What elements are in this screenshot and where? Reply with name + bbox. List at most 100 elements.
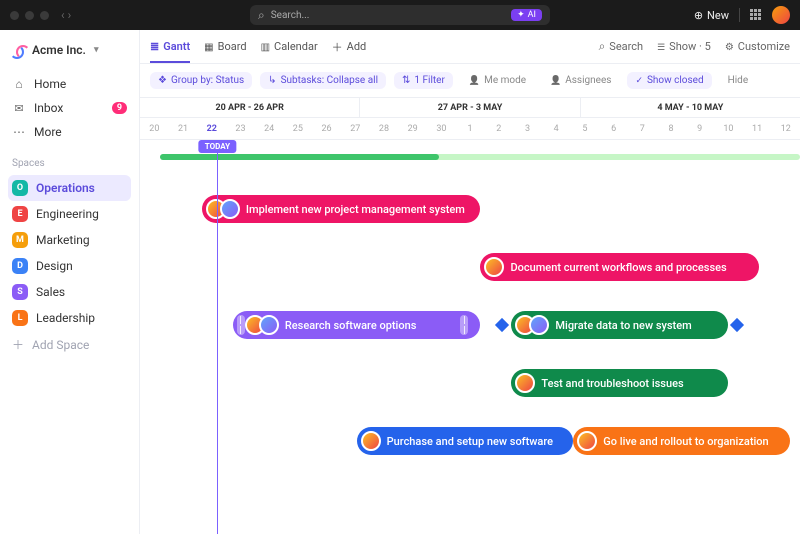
today-marker <box>217 140 218 534</box>
task-bar[interactable]: Purchase and setup new software <box>357 427 574 455</box>
space-color-icon: L <box>12 310 28 326</box>
global-search[interactable]: Search... ✦ AI <box>250 5 550 25</box>
search-view-button[interactable]: Search <box>599 39 644 54</box>
assignee-avatars[interactable] <box>361 431 381 451</box>
task-label: Go live and rollout to organization <box>603 435 768 448</box>
user-avatar[interactable] <box>772 6 790 24</box>
workspace-switcher[interactable]: Acme Inc. ▾ <box>8 40 131 60</box>
check-icon <box>635 75 643 86</box>
assignee-avatars[interactable] <box>206 199 240 219</box>
add-space-button[interactable]: Add Space <box>8 331 131 358</box>
new-button[interactable]: ⊕ New <box>694 9 729 22</box>
home-icon <box>12 77 26 91</box>
inbox-badge: 9 <box>112 102 127 114</box>
task-label: Document current workflows and processes <box>510 261 726 274</box>
space-color-icon: M <box>12 232 28 248</box>
space-color-icon: S <box>12 284 28 300</box>
task-label: Implement new project management system <box>246 203 465 216</box>
workspace-logo-icon <box>10 42 26 58</box>
space-color-icon: O <box>12 180 28 196</box>
apps-icon[interactable] <box>750 9 762 21</box>
group-by-pill[interactable]: ❖ Group by: Status <box>150 72 252 89</box>
search-icon <box>599 39 606 54</box>
tab-gantt[interactable]: Gantt <box>150 32 190 63</box>
task-label: Research software options <box>285 319 417 332</box>
subtasks-pill[interactable]: ↳ Subtasks: Collapse all <box>260 72 386 89</box>
chevron-down-icon: ▾ <box>94 45 99 55</box>
filter-icon <box>402 75 410 86</box>
week-header: 20 APR - 26 APR27 APR - 3 MAY4 MAY - 10 … <box>140 98 800 118</box>
nav-arrows[interactable]: ‹ › <box>61 8 71 22</box>
assignee-avatars[interactable] <box>515 373 535 393</box>
sidebar-space-leadership[interactable]: L Leadership <box>8 305 131 331</box>
space-color-icon: D <box>12 258 28 274</box>
sidebar: Acme Inc. ▾ Home Inbox9 More Spaces O Ope… <box>0 30 140 534</box>
ai-button[interactable]: ✦ AI <box>511 9 542 21</box>
space-label: Leadership <box>36 311 95 325</box>
search-icon <box>258 8 265 23</box>
assignees-pill[interactable]: Assignees <box>542 72 619 89</box>
person-icon <box>469 75 480 86</box>
inbox-icon <box>12 102 26 115</box>
add-view-button[interactable]: Add <box>332 31 367 63</box>
space-label: Sales <box>36 285 65 299</box>
plus-icon <box>332 39 343 55</box>
list-icon <box>657 40 665 53</box>
tab-calendar[interactable]: Calendar <box>261 32 318 61</box>
task-label: Purchase and setup new software <box>387 435 553 448</box>
show-button[interactable]: Show · 5 <box>657 40 711 53</box>
assignee-avatars[interactable] <box>245 315 279 335</box>
nav-inbox[interactable]: Inbox9 <box>8 96 131 120</box>
filter-pill[interactable]: 1 Filter <box>394 72 453 89</box>
tab-board[interactable]: Board <box>204 32 246 61</box>
assignee-avatars[interactable] <box>515 315 549 335</box>
progress-track <box>160 154 800 160</box>
sidebar-space-sales[interactable]: S Sales <box>8 279 131 305</box>
milestone-icon[interactable] <box>495 318 509 332</box>
gantt-icon <box>150 40 159 53</box>
customize-button[interactable]: Customize <box>725 40 790 53</box>
hide-button[interactable]: Hide <box>720 72 757 89</box>
task-bar[interactable]: Migrate data to new system <box>511 311 728 339</box>
sidebar-space-engineering[interactable]: E Engineering <box>8 201 131 227</box>
sidebar-space-operations[interactable]: O Operations <box>8 175 131 201</box>
task-bar[interactable]: Document current workflows and processes <box>480 253 759 281</box>
task-bar[interactable]: Research software options <box>233 311 481 339</box>
plus-icon <box>12 336 24 353</box>
task-label: Test and troubleshoot issues <box>541 377 683 390</box>
search-placeholder: Search... <box>271 10 310 21</box>
task-bar[interactable]: Implement new project management system <box>202 195 481 223</box>
today-label: TODAY <box>199 140 236 153</box>
board-icon <box>204 40 213 53</box>
spaces-label: Spaces <box>12 158 127 169</box>
resize-handle-right[interactable] <box>460 315 468 335</box>
window-controls[interactable] <box>10 11 49 20</box>
show-closed-pill[interactable]: Show closed <box>627 72 711 89</box>
gantt-chart[interactable]: TODAY Implement new project management sy… <box>140 140 800 534</box>
sidebar-space-design[interactable]: D Design <box>8 253 131 279</box>
resize-handle-left[interactable] <box>237 315 245 335</box>
space-label: Design <box>36 259 73 273</box>
filter-bar: ❖ Group by: Status ↳ Subtasks: Collapse … <box>140 64 800 98</box>
assignee-avatars[interactable] <box>577 431 597 451</box>
task-bar[interactable]: Test and troubleshoot issues <box>511 369 728 397</box>
milestone-icon[interactable] <box>730 318 744 332</box>
assignee-avatars[interactable] <box>484 257 504 277</box>
day-header: 2021222324252627282930123456789101112 <box>140 118 800 140</box>
calendar-icon <box>261 40 270 53</box>
space-color-icon: E <box>12 206 28 222</box>
task-label: Migrate data to new system <box>555 319 691 332</box>
sidebar-space-marketing[interactable]: M Marketing <box>8 227 131 253</box>
nav-more[interactable]: More <box>8 120 131 144</box>
space-label: Engineering <box>36 207 99 221</box>
nav-home[interactable]: Home <box>8 72 131 96</box>
space-label: Marketing <box>36 233 90 247</box>
space-label: Operations <box>36 181 95 195</box>
titlebar: ‹ › Search... ✦ AI ⊕ New <box>0 0 800 30</box>
person-icon <box>550 75 561 86</box>
task-bar[interactable]: Go live and rollout to organization <box>573 427 790 455</box>
me-mode-pill[interactable]: Me mode <box>461 72 534 89</box>
gear-icon <box>725 40 734 53</box>
view-tabs: Gantt Board Calendar Add Search Show · 5… <box>140 30 800 64</box>
more-icon <box>12 125 26 139</box>
